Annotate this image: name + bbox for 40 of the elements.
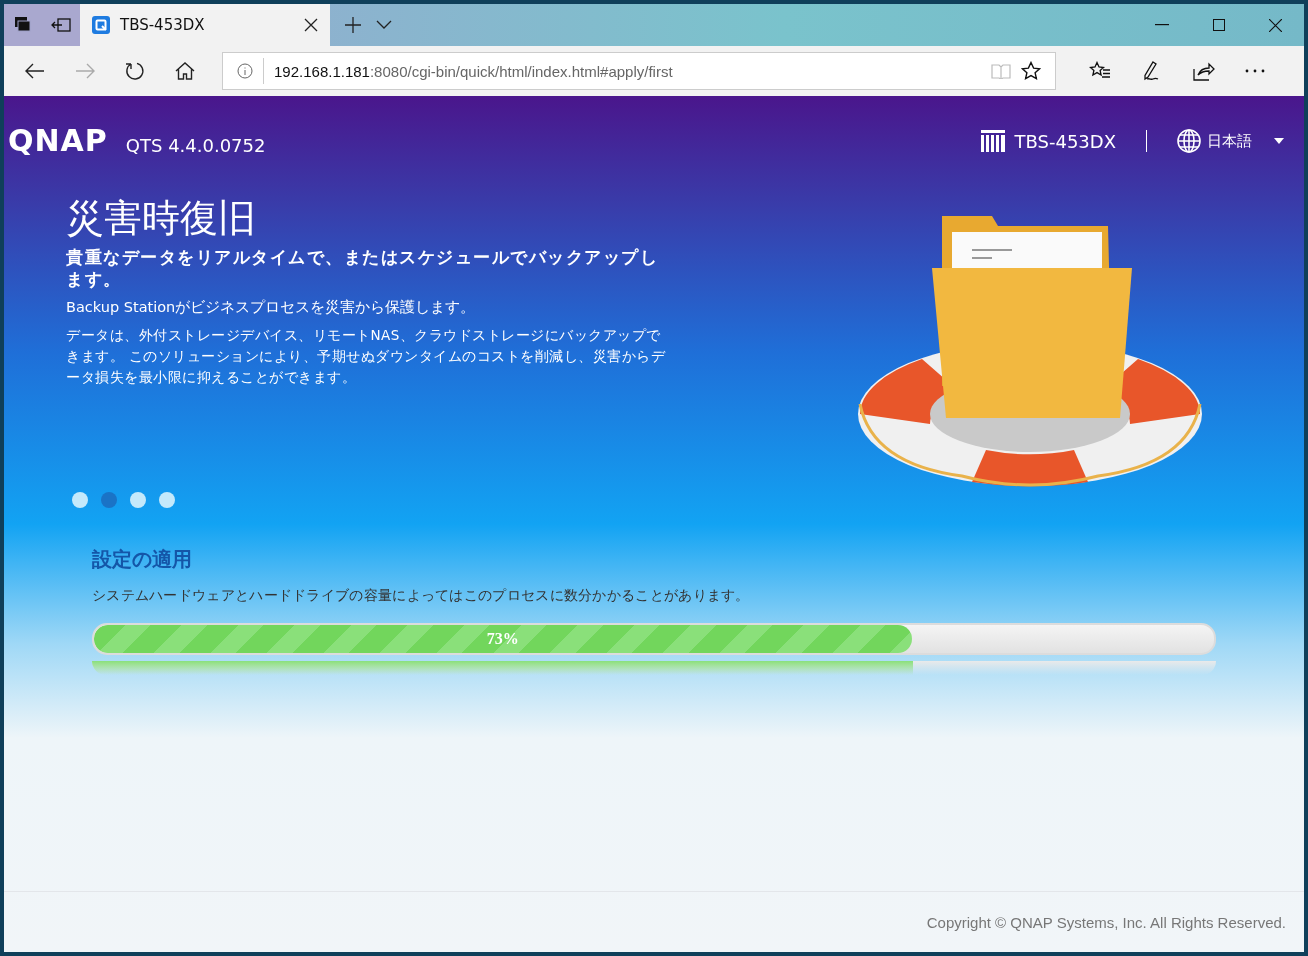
info-icon[interactable] [237,63,253,79]
nas-device-icon [980,130,1005,152]
address-bar[interactable]: 192.168.1.181:8080/cgi-bin/quick/html/index.html#apply/first [222,52,1056,90]
url-host: 192.168.1.181 [274,62,370,80]
close-tab-icon[interactable] [304,18,318,32]
caret-icon [1274,138,1284,144]
favicon-icon [92,16,110,34]
progress-note: システムハードウェアとハードドライブの容量によってはこのプロセスに数分かかることがあります。 [92,586,751,605]
tab-stack-icon[interactable] [4,4,42,46]
url-path: :8080/cgi-bin/quick/html/index.html#apply/first [369,62,673,80]
home-icon[interactable] [175,62,195,80]
slide-subtitle: 貴重なデータをリアルタイムで、またはスケジュールでバックアップします。 [66,245,659,290]
device-name: TBS-453DX [1014,130,1116,152]
carousel-dot[interactable] [130,491,146,508]
logo: QNAP [8,126,108,156]
progress-title: 設定の適用 [92,545,193,573]
slide-title: 災害時復旧 [66,196,257,242]
star-icon[interactable] [1021,61,1041,81]
more-icon[interactable] [1245,69,1265,73]
back-arrow-icon[interactable] [25,63,45,79]
minimize-icon[interactable] [1155,24,1169,26]
share-icon[interactable] [1193,61,1215,81]
close-icon[interactable] [1269,18,1282,32]
language-selector[interactable]: 日本語 [1177,129,1284,153]
refresh-icon[interactable] [125,61,145,81]
globe-icon [1177,129,1201,153]
browser-tab[interactable]: TBS-453DX [80,4,330,46]
carousel-dot[interactable] [159,491,175,508]
progress-reading: 73% [486,629,519,648]
carousel-dot[interactable] [72,491,88,508]
carousel-dot[interactable] [101,491,117,508]
slide-lead: Backup Stationがビジネスプロセスを災害から保護します。 [66,297,477,317]
slide-description: データは、外付ストレージデバイス、リモートNAS、クラウドストレージにバックアップできます。 このソリューションにより、予期せぬダウンタイムのコストを削減し、災害からデータ損失を最小限に抑えることができます。 [66,325,666,387]
chevron-down-icon[interactable] [376,20,392,30]
new-tab-icon[interactable] [344,16,362,34]
favorites-list-icon[interactable] [1089,61,1111,81]
maximize-icon[interactable] [1213,19,1225,31]
version-label: QTS 4.4.0.0752 [125,134,266,156]
set-aside-tabs-icon[interactable] [42,4,80,46]
copyright-text: Copyright © QNAP Systems, Inc. All Rights Reserved. [926,913,1286,931]
